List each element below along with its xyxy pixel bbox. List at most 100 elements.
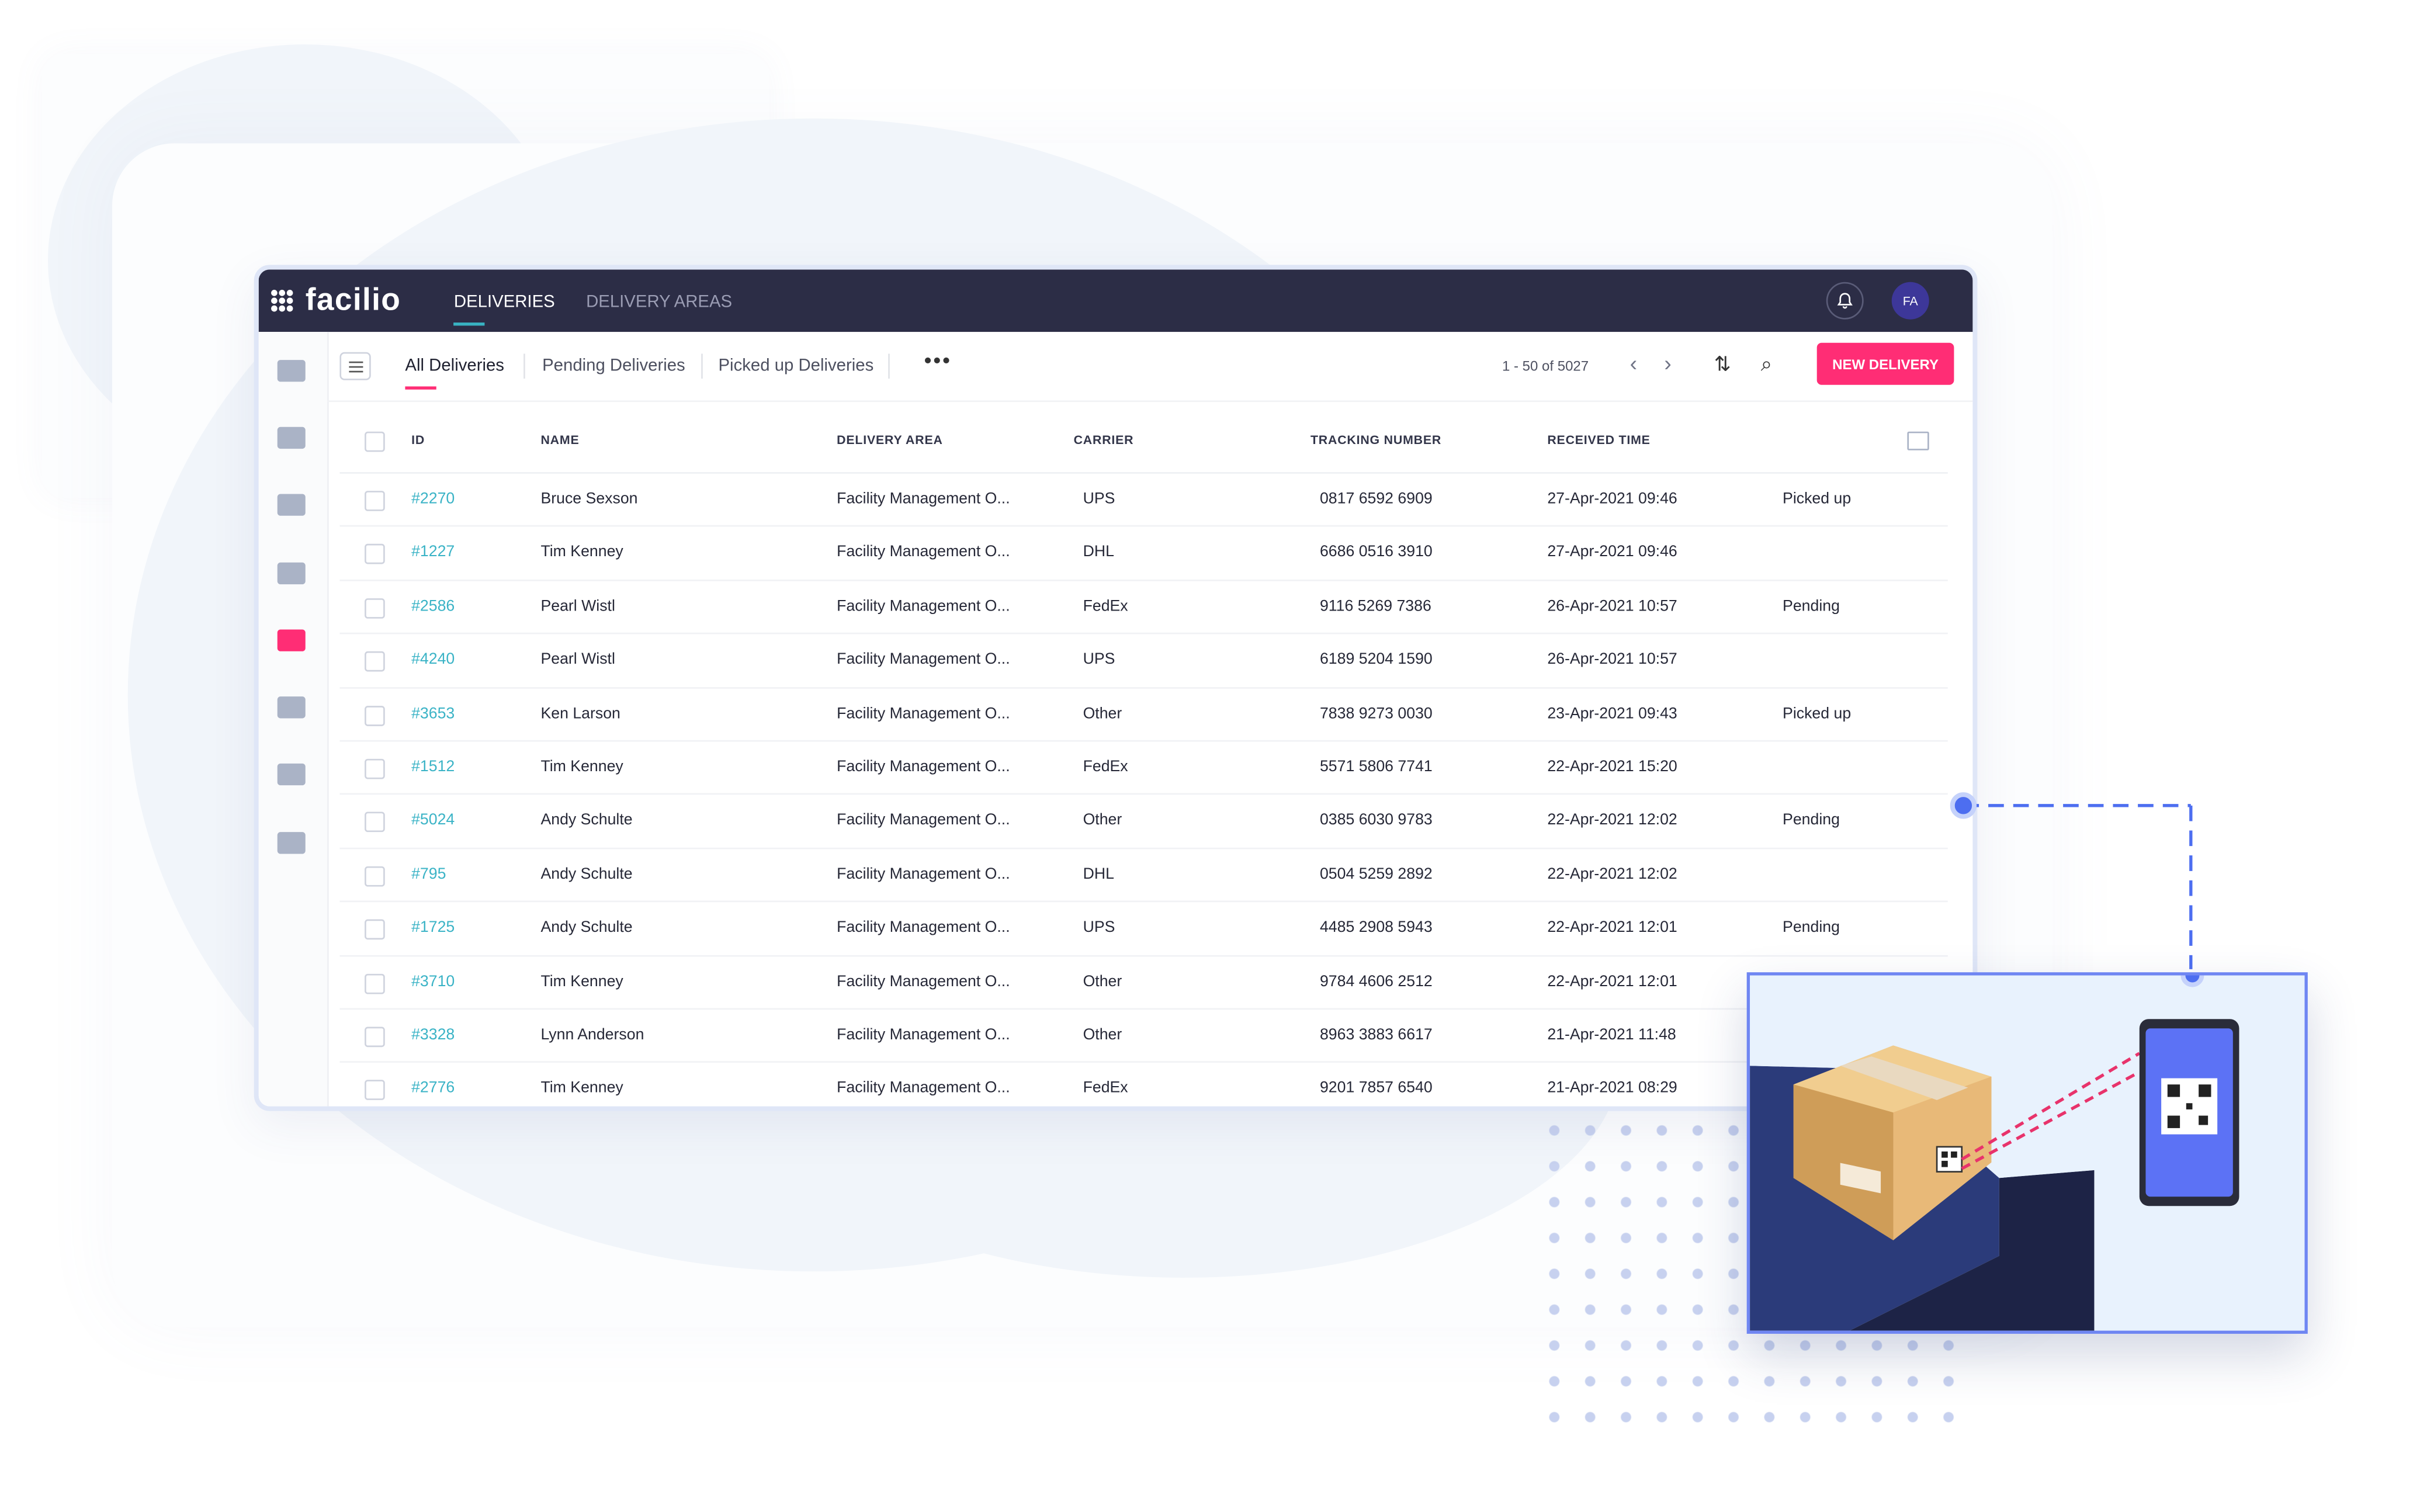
cell-received-time: 22-Apr-2021 12:01	[1547, 973, 1677, 990]
row-checkbox[interactable]	[365, 1027, 385, 1047]
tab-delivery-areas[interactable]: DELIVERY AREAS	[586, 290, 732, 311]
table-row[interactable]: #3328 Lynn Anderson Facility Management O.…	[339, 1010, 1948, 1063]
cell-id[interactable]: #2586	[411, 598, 455, 615]
cell-id[interactable]: #795	[411, 866, 446, 883]
row-checkbox[interactable]	[365, 973, 385, 994]
tab-picked-up-deliveries[interactable]: Picked up Deliveries	[718, 357, 873, 376]
notification-bell-icon[interactable]	[1826, 282, 1864, 320]
tab-deliveries[interactable]: DELIVERIES	[453, 290, 555, 326]
people-icon[interactable]	[277, 763, 306, 786]
col-carrier[interactable]: CARRIER	[1074, 433, 1134, 447]
row-checkbox[interactable]	[365, 919, 385, 940]
row-checkbox[interactable]	[365, 598, 385, 619]
cell-carrier: Other	[1083, 705, 1122, 723]
main-content: All Deliveries Pending Deliveries Picked…	[327, 332, 1973, 1106]
cell-tracking-number: 6189 5204 1590	[1319, 651, 1433, 669]
cell-id[interactable]: #2270	[411, 491, 455, 508]
cell-received-time: 23-Apr-2021 09:43	[1547, 705, 1677, 723]
chevron-right-icon[interactable]: ›	[1664, 351, 1671, 376]
cell-tracking-number: 5571 5806 7741	[1319, 758, 1433, 776]
table-row[interactable]: #1227 Tim Kenney Facility Management O... D…	[339, 527, 1948, 581]
select-all-checkbox[interactable]	[365, 431, 385, 452]
visitor-icon[interactable]	[277, 562, 306, 585]
table-row[interactable]: #5024 Andy Schulte Facility Management O..…	[339, 795, 1948, 849]
cell-name: Ken Larson	[540, 705, 620, 723]
row-checkbox[interactable]	[365, 758, 385, 779]
cell-status: Pending	[1783, 598, 1840, 615]
analytics-icon[interactable]	[277, 832, 306, 854]
sort-icon[interactable]: ⇅	[1714, 352, 1731, 377]
contracts-icon[interactable]	[277, 696, 306, 719]
dashboard-icon[interactable]	[277, 426, 306, 449]
cell-received-time: 26-Apr-2021 10:57	[1547, 598, 1677, 615]
col-name[interactable]: NAME	[540, 433, 579, 447]
cell-id[interactable]: #1512	[411, 759, 455, 776]
column-settings-icon[interactable]	[1907, 431, 1929, 450]
cell-name: Tim Kenney	[540, 758, 623, 776]
cell-carrier: FedEx	[1083, 598, 1128, 615]
col-id[interactable]: ID	[411, 433, 425, 447]
cell-id[interactable]: #3710	[411, 973, 455, 990]
views-menu-icon[interactable]	[339, 352, 371, 380]
building-icon[interactable]	[277, 360, 306, 382]
table-row[interactable]: #2270 Bruce Sexson Facility Management O..…	[339, 474, 1948, 528]
table-row[interactable]: #2586 Pearl Wistl Facility Management O...…	[339, 581, 1948, 634]
cell-id[interactable]: #2776	[411, 1080, 455, 1097]
divider	[701, 353, 703, 379]
table-row[interactable]: #2776 Tim Kenney Facility Management O... F…	[339, 1063, 1947, 1107]
cell-received-time: 27-Apr-2021 09:46	[1547, 491, 1677, 508]
cell-delivery-area: Facility Management O...	[837, 919, 1010, 937]
cell-id[interactable]: #3328	[411, 1027, 455, 1043]
row-checkbox[interactable]	[365, 1080, 385, 1101]
table-row[interactable]: #1725 Andy Schulte Facility Management O..…	[339, 903, 1948, 956]
cell-tracking-number: 9201 7857 6540	[1319, 1080, 1433, 1098]
more-views-icon[interactable]: •••	[924, 348, 952, 373]
row-checkbox[interactable]	[365, 651, 385, 672]
cell-name: Bruce Sexson	[540, 491, 638, 508]
cell-tracking-number: 8963 3883 6617	[1319, 1027, 1433, 1044]
cell-tracking-number: 4485 2908 5943	[1319, 919, 1433, 937]
new-delivery-button[interactable]: NEW DELIVERY	[1816, 342, 1954, 385]
row-checkbox[interactable]	[365, 812, 385, 833]
cell-delivery-area: Facility Management O...	[837, 598, 1010, 615]
table-header: ID NAME DELIVERY AREA CARRIER TRACKING N…	[339, 410, 1948, 474]
cell-delivery-area: Facility Management O...	[837, 651, 1010, 669]
cell-id[interactable]: #4240	[411, 651, 455, 668]
cell-delivery-area: Facility Management O...	[837, 866, 1010, 883]
package-scan-graphic	[1750, 975, 2239, 1331]
delivery-truck-icon[interactable]	[277, 629, 306, 651]
cell-id[interactable]: #1227	[411, 545, 455, 561]
tab-all-deliveries[interactable]: All Deliveries	[405, 357, 504, 390]
app-launcher-icon[interactable]	[271, 290, 293, 312]
table-row[interactable]: #4240 Pearl Wistl Facility Management O...…	[339, 634, 1948, 688]
table-row[interactable]: #1512 Tim Kenney Facility Management O... F…	[339, 741, 1948, 796]
row-checkbox[interactable]	[365, 544, 385, 565]
col-tracking-number[interactable]: TRACKING NUMBER	[1310, 433, 1441, 447]
cell-delivery-area: Facility Management O...	[837, 491, 1010, 508]
col-received-time[interactable]: RECEIVED TIME	[1547, 433, 1650, 447]
row-checkbox[interactable]	[365, 705, 385, 726]
divider	[888, 353, 890, 379]
cell-carrier: Other	[1083, 973, 1122, 990]
chevron-left-icon[interactable]: ‹	[1630, 351, 1637, 376]
cell-delivery-area: Facility Management O...	[837, 705, 1010, 723]
tab-pending-deliveries[interactable]: Pending Deliveries	[542, 357, 685, 376]
row-checkbox[interactable]	[365, 491, 385, 511]
table-row[interactable]: #3710 Tim Kenney Facility Management O... O…	[339, 956, 1948, 1010]
table-row[interactable]: #795 Andy Schulte Facility Management O...…	[339, 849, 1948, 903]
cell-id[interactable]: #3653	[411, 705, 455, 722]
search-icon[interactable]: ⌕	[1761, 352, 1772, 377]
connector-line	[1950, 792, 2193, 969]
col-delivery-area[interactable]: DELIVERY AREA	[837, 433, 943, 447]
cell-received-time: 26-Apr-2021 10:57	[1547, 651, 1677, 669]
cell-received-time: 22-Apr-2021 12:02	[1547, 866, 1677, 883]
list-icon[interactable]	[277, 494, 306, 516]
cell-id[interactable]: #5024	[411, 812, 455, 829]
cell-status: Pending	[1783, 919, 1840, 937]
user-avatar[interactable]: FA	[1891, 282, 1929, 320]
cell-received-time: 22-Apr-2021 12:02	[1547, 812, 1677, 830]
table-row[interactable]: #3653 Ken Larson Facility Management O... O…	[339, 688, 1948, 742]
row-checkbox[interactable]	[365, 866, 385, 886]
cell-name: Andy Schulte	[540, 866, 633, 883]
cell-id[interactable]: #1725	[411, 920, 455, 937]
